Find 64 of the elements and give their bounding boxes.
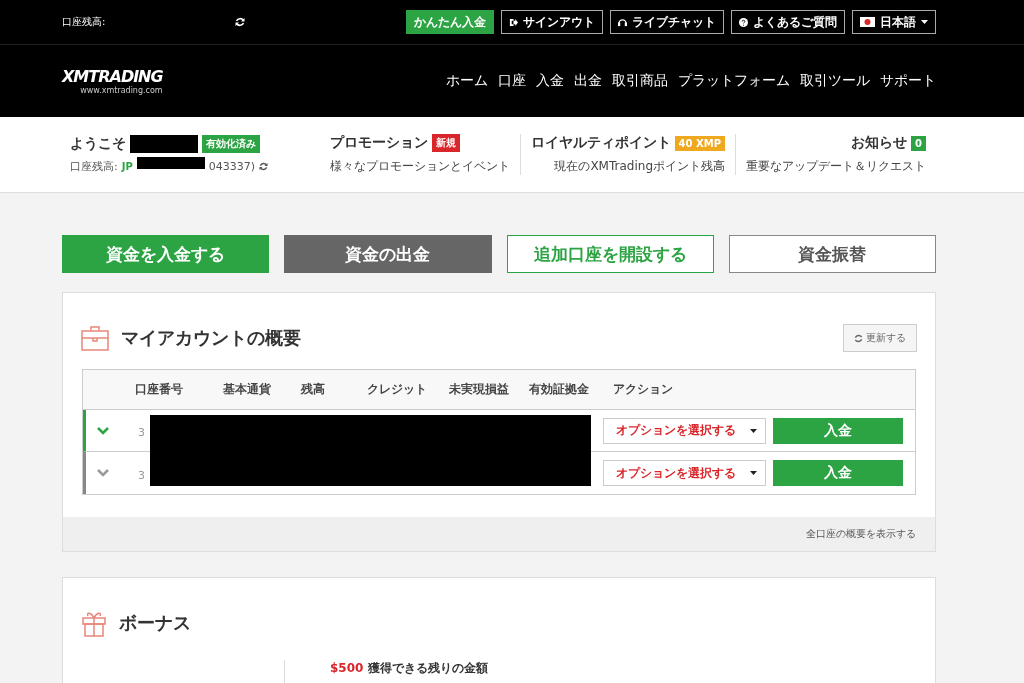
- nav-link[interactable]: サポート: [880, 72, 936, 90]
- language-button[interactable]: 日本語: [852, 10, 936, 34]
- info-subtitle: 重要なアップデート＆リクエスト: [746, 158, 926, 175]
- nav-link[interactable]: ホーム: [446, 72, 488, 90]
- gift-icon: [81, 609, 107, 637]
- faq-button[interactable]: よくあるご質問: [731, 10, 845, 34]
- account-prefix: JP: [121, 161, 133, 172]
- redaction: [130, 135, 198, 153]
- column-header: 残高: [301, 382, 326, 397]
- account-number: 3: [138, 426, 145, 439]
- caret-icon: [750, 428, 757, 433]
- bonus-remaining: $500 獲得できる残りの金額: [330, 660, 488, 677]
- balance-label: 口座残高:: [62, 15, 106, 29]
- headset-icon: [618, 17, 627, 27]
- info-title[interactable]: プロモーション: [329, 134, 428, 152]
- logo[interactable]: XMTRADING: [62, 67, 163, 86]
- column-header: クレジット: [367, 382, 428, 397]
- account-suffix: 043337): [208, 160, 256, 173]
- action-button[interactable]: 資金振替: [728, 235, 936, 273]
- chevron-icon[interactable]: [97, 426, 109, 435]
- column-header: 口座番号: [135, 382, 184, 397]
- column-header: 基本通貨: [223, 382, 272, 397]
- redaction: [136, 156, 205, 169]
- action-button[interactable]: 資金の出金: [284, 235, 492, 273]
- account-row[interactable]: 3 オプションを選択する 入金: [83, 410, 915, 452]
- caret-icon: [921, 20, 928, 24]
- info-subtitle: 様々なプロモーションとイベント: [329, 158, 510, 175]
- status-badge: 有効化済み: [202, 135, 260, 153]
- nav-link[interactable]: 入金: [536, 72, 564, 90]
- info-title[interactable]: お知らせ: [851, 134, 908, 152]
- sign-out-icon: [509, 17, 518, 27]
- account-row[interactable]: 3 オプションを選択する 入金: [83, 452, 915, 494]
- option-select[interactable]: オプションを選択する: [603, 417, 766, 444]
- info-badge: 新規: [431, 134, 460, 152]
- chevron-icon[interactable]: [97, 469, 109, 477]
- column-header: アクション: [613, 382, 674, 397]
- nav-link[interactable]: 出金: [574, 72, 602, 90]
- nav-link[interactable]: 口座: [498, 72, 526, 90]
- card-title: ボーナス: [119, 611, 192, 635]
- logo-url: www.xmtrading.com: [80, 86, 163, 95]
- info-badge: 0: [911, 135, 926, 151]
- flag-icon: [860, 17, 875, 27]
- briefcase-icon: [81, 325, 109, 351]
- refresh-icon[interactable]: [259, 162, 269, 171]
- refresh-icon: [854, 333, 863, 343]
- nav-link[interactable]: 取引ツール: [800, 72, 870, 90]
- all-accounts-link[interactable]: 全口座の概要を表示する: [806, 527, 916, 541]
- account-number: 3: [138, 468, 145, 482]
- live-chat-button[interactable]: ライブチャット: [610, 10, 724, 34]
- question-icon: [739, 17, 748, 27]
- balance-label: 口座残高:: [70, 159, 118, 174]
- info-badge: 40 XMP: [674, 135, 725, 151]
- info-title[interactable]: ロイヤルティポイント: [530, 134, 671, 152]
- nav-link[interactable]: プラットフォーム: [678, 72, 790, 90]
- card-title: マイアカウントの概要: [121, 326, 302, 350]
- option-select[interactable]: オプションを選択する: [603, 460, 766, 486]
- caret-icon: [750, 471, 757, 475]
- greeting: ようこそ: [70, 135, 126, 153]
- refresh-button[interactable]: 更新する: [843, 324, 917, 352]
- nav-link[interactable]: 取引商品: [612, 72, 668, 90]
- column-header: 有効証拠金: [529, 382, 590, 397]
- column-header: 未実現損益: [449, 382, 510, 397]
- sign-out-button[interactable]: サインアウト: [501, 10, 603, 34]
- info-subtitle: 現在のXMTradingポイント残高: [554, 158, 725, 175]
